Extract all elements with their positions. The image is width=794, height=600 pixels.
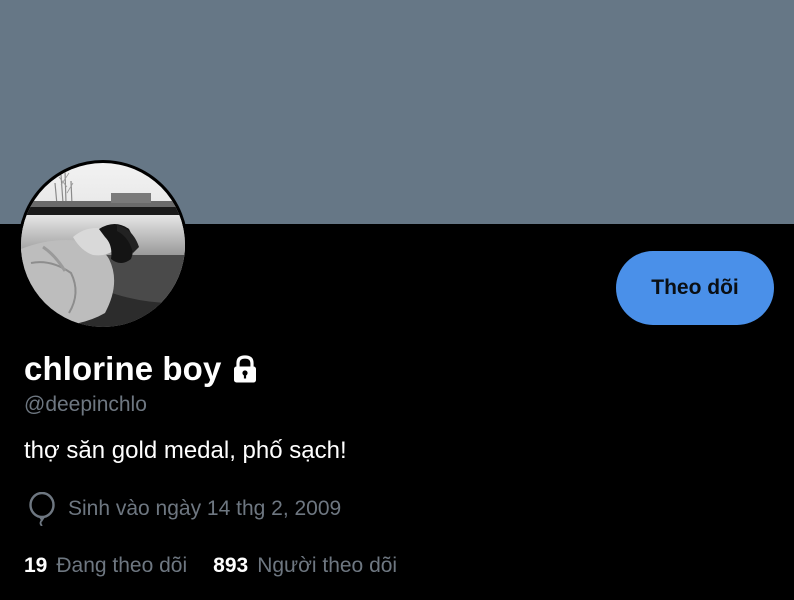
followers-label: Người theo dõi [257,554,398,577]
following-stat[interactable]: 19 Đang theo dõi [24,554,187,578]
followers-stat[interactable]: 893 Người theo dõi [213,554,397,578]
lock-icon [228,352,262,386]
follow-button[interactable]: Theo dõi [616,251,774,325]
followers-count: 893 [213,554,249,577]
follow-stats: 19 Đang theo dõi 893 Người theo dõi [24,551,397,581]
balloon-icon [27,491,57,527]
birth-date: Sinh vào ngày 14 thg 2, 2009 [68,497,342,520]
profile-page: Theo dõi chlorine boy @deepinchlo thợ să… [0,0,794,600]
display-name: chlorine boy [24,350,222,387]
username-handle: @deepinchlo [24,393,147,416]
display-name-row: chlorine boy [24,348,262,390]
profile-bio: thợ săn gold medal, phố sạch! [24,437,347,464]
birth-date-row: Sinh vào ngày 14 thg 2, 2009 [27,491,342,527]
following-label: Đang theo dõi [56,554,188,577]
avatar[interactable] [18,160,188,330]
following-count: 19 [24,554,48,577]
